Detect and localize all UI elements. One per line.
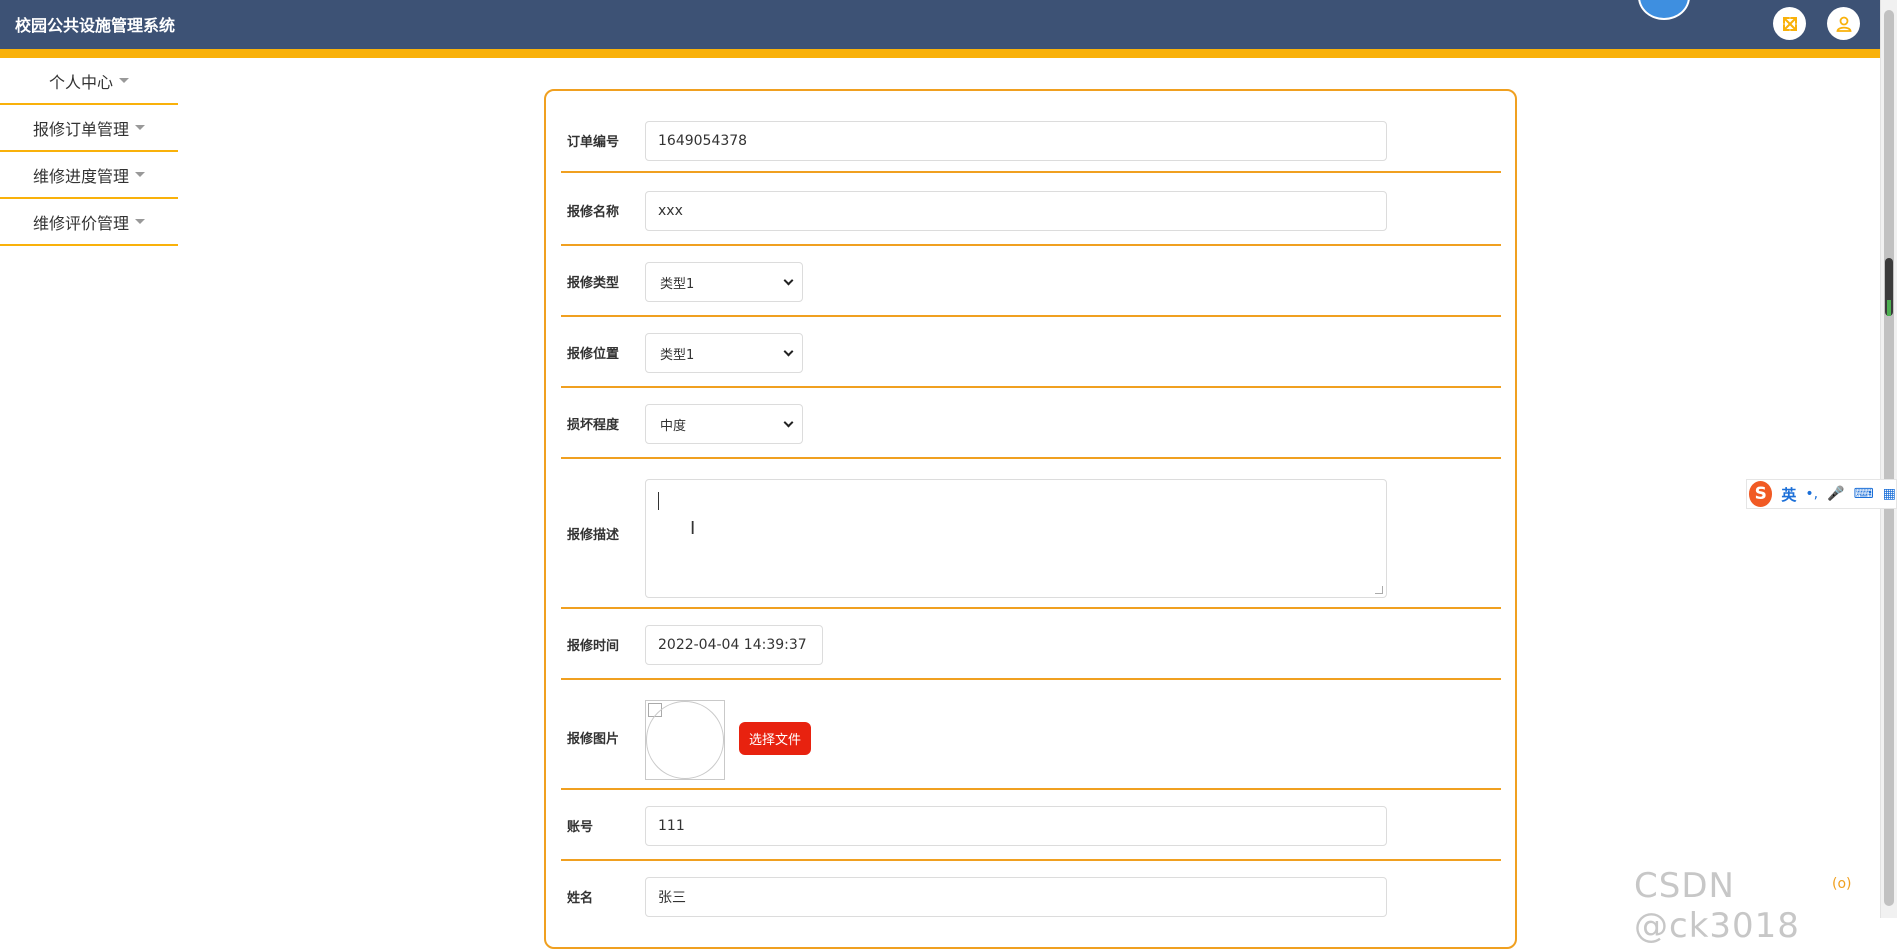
form-row-repair-name: 报修名称 xxx [561,175,1501,246]
microphone-icon[interactable]: 🎤 [1827,486,1844,502]
resize-handle-icon[interactable] [1375,586,1383,594]
account-value: 111 [658,818,685,834]
sidebar-item-repair-progress[interactable]: 维修进度管理 [0,152,178,199]
caret-down-icon [119,78,129,83]
ibeam-cursor-icon: I [690,518,696,539]
watermark: CSDN @ck3018 [1634,866,1800,946]
repair-location-value: 类型1 [660,347,695,363]
form-row-repair-image: 报修图片 选择文件 [561,680,1501,790]
avatar-partial[interactable] [1638,0,1690,20]
description-label: 报修描述 [567,528,620,543]
caret-down-icon [135,219,145,224]
damage-level-select[interactable]: 中度 [645,404,803,444]
chevron-down-icon [783,417,794,427]
order-no-input[interactable]: 1649054378 [645,121,1387,161]
repair-type-value: 类型1 [660,276,695,292]
account-label: 账号 [567,820,594,835]
form-row-damage-level: 损坏程度 中度 [561,388,1501,459]
repair-type-label: 报修类型 [567,276,620,291]
chevron-down-icon [783,275,794,285]
form-row-description: 报修描述 [561,459,1501,609]
repair-location-label: 报修位置 [567,347,620,362]
repair-location-select[interactable]: 类型1 [645,333,803,373]
expand-arrows-icon [1782,16,1797,31]
repair-time-input[interactable]: 2022-04-04 14:39:37 [645,625,823,665]
damage-level-label: 损坏程度 [567,418,620,433]
image-placeholder-circle [646,701,724,779]
sidebar-item-label: 维修评价管理 [32,213,129,233]
repair-time-label: 报修时间 [567,639,620,654]
caret-down-icon [135,172,145,177]
repair-image-preview[interactable] [645,700,725,780]
app-title: 校园公共设施管理系统 [15,16,176,35]
form-row-repair-location: 报修位置 类型1 [561,317,1501,388]
sidebar-item-label: 维修进度管理 [32,166,129,186]
page-scrollbar[interactable] [1880,0,1897,918]
name-value: 张三 [658,890,686,906]
form-row-order-no: 订单编号 1649054378 [561,109,1501,173]
repair-name-value: xxx [658,203,683,219]
punctuation-icon[interactable]: •, [1805,486,1818,502]
sogou-logo-icon[interactable]: S [1749,481,1773,507]
repair-name-input[interactable]: xxx [645,191,1387,231]
name-label: 姓名 [567,891,594,906]
choose-file-button[interactable]: 选择文件 [739,722,812,755]
description-textarea[interactable] [645,479,1387,598]
keyboard-icon[interactable]: ⌨ [1854,486,1874,502]
form-row-account: 账号 111 [561,790,1501,861]
form-row-repair-type: 报修类型 类型1 [561,246,1501,317]
header-accent-stripe [0,49,1880,58]
sidebar-item-label: 报修订单管理 [32,119,129,139]
sidebar-item-repair-reviews[interactable]: 维修评价管理 [0,199,178,246]
repair-time-value: 2022-04-04 14:39:37 [658,637,807,653]
floating-widget-icon[interactable]: (o) [1832,876,1852,892]
form-row-repair-time: 报修时间 2022-04-04 14:39:37 [561,609,1501,680]
scrollbar-track-thumb[interactable] [1884,10,1894,906]
apps-grid-icon[interactable]: ▦ [1883,486,1896,502]
caret-down-icon [135,125,145,130]
text-cursor [658,492,659,510]
user-button[interactable] [1827,7,1860,40]
repair-image-label: 报修图片 [567,732,620,747]
ime-language-toggle[interactable]: 英 [1781,484,1796,505]
chevron-down-icon [783,346,794,356]
order-no-label: 订单编号 [567,135,620,150]
name-input[interactable]: 张三 [645,877,1387,917]
form-row-name: 姓名 张三 [561,861,1501,941]
repair-type-select[interactable]: 类型1 [645,262,803,302]
repair-name-label: 报修名称 [567,205,620,220]
top-header: 校园公共设施管理系统 [0,0,1880,58]
fullscreen-button[interactable] [1773,7,1806,40]
sidebar-item-label: 个人中心 [48,72,113,92]
sidebar-item-personal-center[interactable]: 个人中心 [0,58,178,105]
account-input[interactable]: 111 [645,806,1387,846]
damage-level-value: 中度 [660,418,687,434]
order-no-value: 1649054378 [658,133,748,149]
scrollbar-indicator [1887,300,1891,316]
sidebar-item-repair-orders[interactable]: 报修订单管理 [0,105,178,152]
ime-toolbar[interactable]: S 英 •, 🎤 ⌨ ▦ [1746,479,1897,509]
sidebar: 个人中心 报修订单管理 维修进度管理 维修评价管理 [0,58,178,246]
user-icon [1835,16,1852,32]
